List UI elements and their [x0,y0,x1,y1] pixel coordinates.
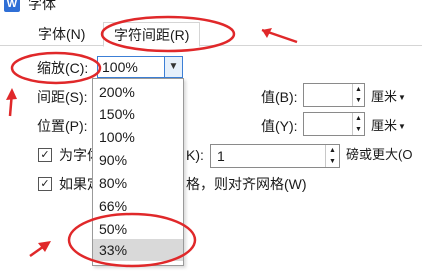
caret-down-icon: ▼ [398,92,406,102]
tab-font[interactable]: 字体(N) [28,22,95,46]
caret-down-icon: ▼ [398,121,406,131]
scale-label: 缩放(C): [37,60,89,76]
spacing-unit[interactable]: 厘米▼ [371,88,406,107]
spacing-unit-text: 厘米 [371,89,398,104]
kerning-size-input[interactable]: 1 ▲ ▼ [210,144,340,168]
spin-arrows-icon[interactable]: ▲ ▼ [325,145,339,167]
annotation-arrowhead-left [6,88,17,100]
scale-option-100[interactable]: 100% [93,126,183,148]
scale-option-90[interactable]: 90% [93,149,183,171]
kerning-suffix: 磅或更大(O [346,147,413,162]
tab-strip: 字体(N) 字符间距(R) [0,14,422,47]
spacing-value-input[interactable]: ▲ ▼ [303,83,365,107]
position-value-input[interactable]: ▲ ▼ [303,112,365,136]
position-unit-text: 厘米 [371,118,398,133]
scale-option-200[interactable]: 200% [93,81,183,103]
kerning-label-suffix: K): [186,147,204,163]
scale-value: 100% [102,59,138,75]
chevron-down-icon[interactable]: ▼ [164,57,182,77]
snap-grid-label-suffix: 格，则对齐网格(W) [186,176,307,192]
scale-option-80[interactable]: 80% [93,172,183,194]
title-bar: W 字体 [0,0,422,14]
wps-app-icon: W [4,0,20,12]
spin-arrows-icon[interactable]: ▲ ▼ [352,84,364,106]
annotation-arrowhead-bottom [38,241,51,252]
scale-option-150[interactable]: 150% [93,103,183,125]
scale-option-50[interactable]: 50% [93,218,183,240]
scale-option-33[interactable]: 33% [93,239,183,261]
kerning-size-value: 1 [217,148,225,164]
tab-character-spacing[interactable]: 字符间距(R) [103,22,201,47]
scale-combobox[interactable]: 100% ▼ [97,56,183,78]
kerning-checkbox[interactable]: ✓ [38,148,52,162]
scale-option-66[interactable]: 66% [93,195,183,217]
scale-dropdown-list: 200% 150% 100% 90% 80% 66% 50% 33% [92,78,184,266]
spacing-label: 间距(S): [37,89,88,105]
spacing-value-label: 值(B): [261,89,298,105]
snap-grid-checkbox[interactable]: ✓ [38,177,52,191]
position-value-label: 值(Y): [261,118,298,134]
position-label: 位置(P): [37,118,88,134]
window-title: 字体 [28,0,56,12]
spin-arrows-icon[interactable]: ▲ ▼ [352,113,364,135]
position-unit[interactable]: 厘米▼ [371,117,406,136]
annotation-arrow-left [8,91,14,117]
annotation-arrow-bottom [29,242,48,258]
